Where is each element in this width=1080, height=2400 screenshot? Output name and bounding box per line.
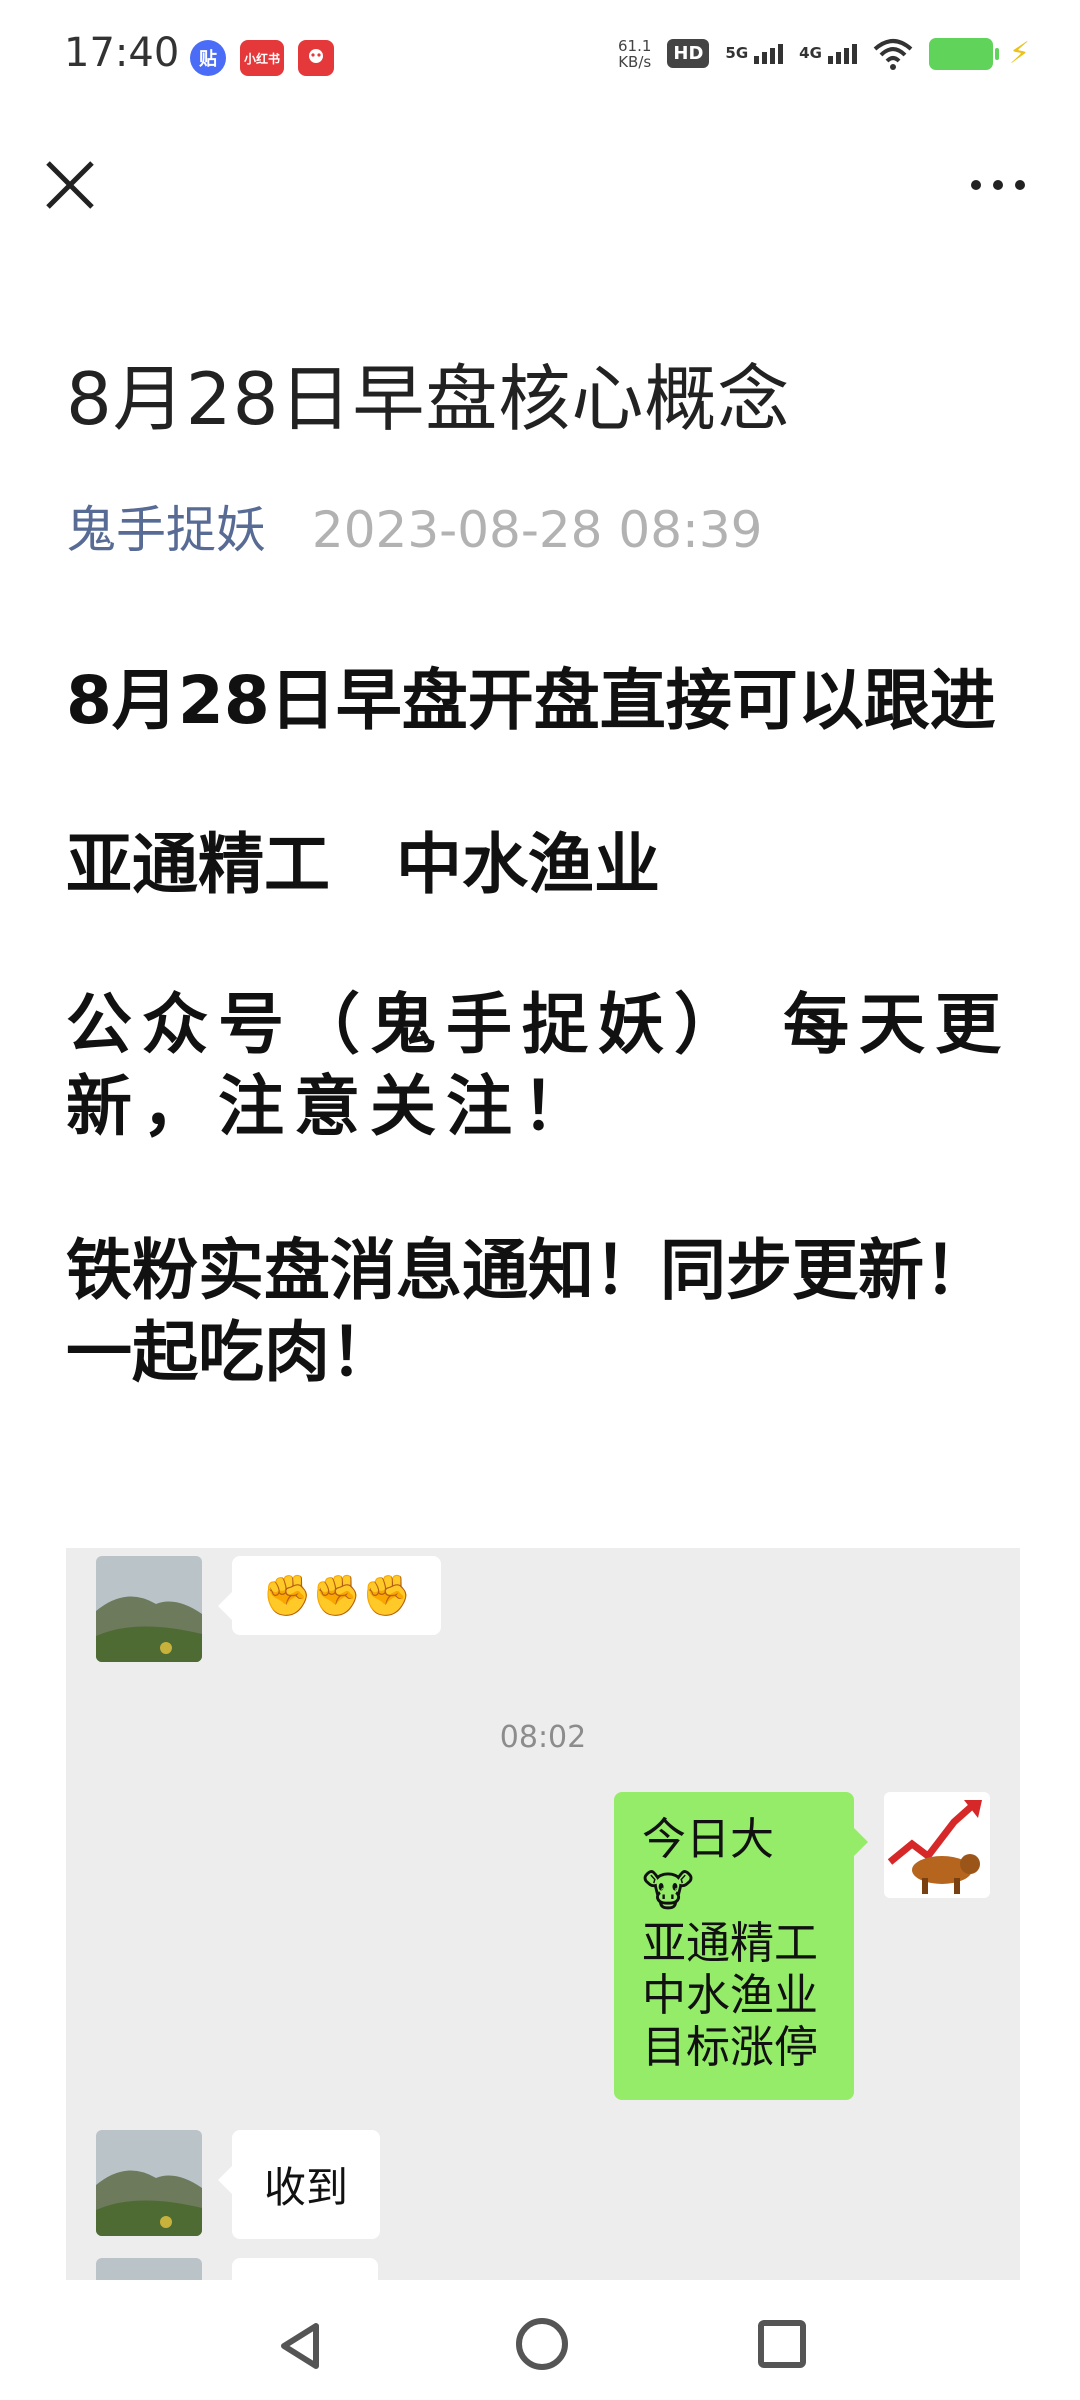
recents-square-icon[interactable] <box>758 2320 806 2368</box>
author-link[interactable]: 鬼手捉妖 <box>66 501 266 559</box>
article-body: 8月28日早盘开盘直接可以跟进 亚通精工 中水渔业 公众号（鬼手捉妖） 每天更新… <box>66 660 1026 1394</box>
message-bubble: 收到 <box>217 2130 381 2239</box>
paragraph: 铁粉实盘消息通知！同步更新！一起吃肉！ <box>66 1232 990 1391</box>
more-button[interactable] <box>958 160 1038 210</box>
article-title: 8月28日早盘核心概念 <box>66 357 791 441</box>
tieba-icon: 贴 <box>190 40 226 76</box>
hd-icon: HD <box>667 39 710 68</box>
battery-icon <box>928 37 999 70</box>
chat-screenshot-image[interactable]: ✊✊✊ 08:02 今日大🐮 亚通精工 中水渔业 目标涨停 收到 <box>66 1548 1020 2280</box>
status-bar: 17:40 贴 小红书 61.1 KB/s HD 5G 4G ⚡ <box>0 0 1080 110</box>
close-icon <box>46 161 94 209</box>
paragraph: 公众号（鬼手捉妖） 每天更新，注意关注！ <box>66 986 1011 1145</box>
navigation-bar <box>0 2290 1080 2400</box>
network-speed: 61.1 KB/s <box>618 36 652 71</box>
xiaohongshu-icon: 小红书 <box>240 40 284 76</box>
message-bubble <box>232 2258 378 2280</box>
status-time: 17:40 <box>64 30 180 76</box>
close-button[interactable] <box>40 155 100 215</box>
avatar <box>96 2130 202 2236</box>
back-triangle-icon[interactable] <box>276 2320 324 2372</box>
system-icons: 61.1 KB/s HD 5G 4G ⚡ <box>618 36 1030 71</box>
home-circle-icon[interactable] <box>516 2318 568 2370</box>
charging-icon: ⚡ <box>1008 36 1030 71</box>
notification-icons: 贴 小红书 <box>190 40 334 76</box>
app-icon <box>298 40 334 76</box>
message-bubble-sent: 今日大🐮 亚通精工 中水渔业 目标涨停 <box>614 1792 868 2100</box>
avatar-bull-icon <box>884 1792 990 1898</box>
more-icon <box>971 180 981 190</box>
article-meta: 鬼手捉妖 2023-08-28 08:39 <box>66 490 762 562</box>
paragraph: 8月28日早盘开盘直接可以跟进 <box>66 662 996 739</box>
chat-timestamp: 08:02 <box>499 1720 587 1755</box>
signal-4g-icon: 4G <box>799 43 857 64</box>
signal-5g-icon: 5G <box>725 43 784 64</box>
publish-date: 2023-08-28 08:39 <box>311 501 763 559</box>
paragraph: 亚通精工 中水渔业 <box>66 826 660 903</box>
wifi-icon <box>873 38 913 70</box>
avatar <box>96 1556 202 1662</box>
message-bubble: ✊✊✊ <box>217 1556 442 1635</box>
avatar <box>96 2258 202 2280</box>
